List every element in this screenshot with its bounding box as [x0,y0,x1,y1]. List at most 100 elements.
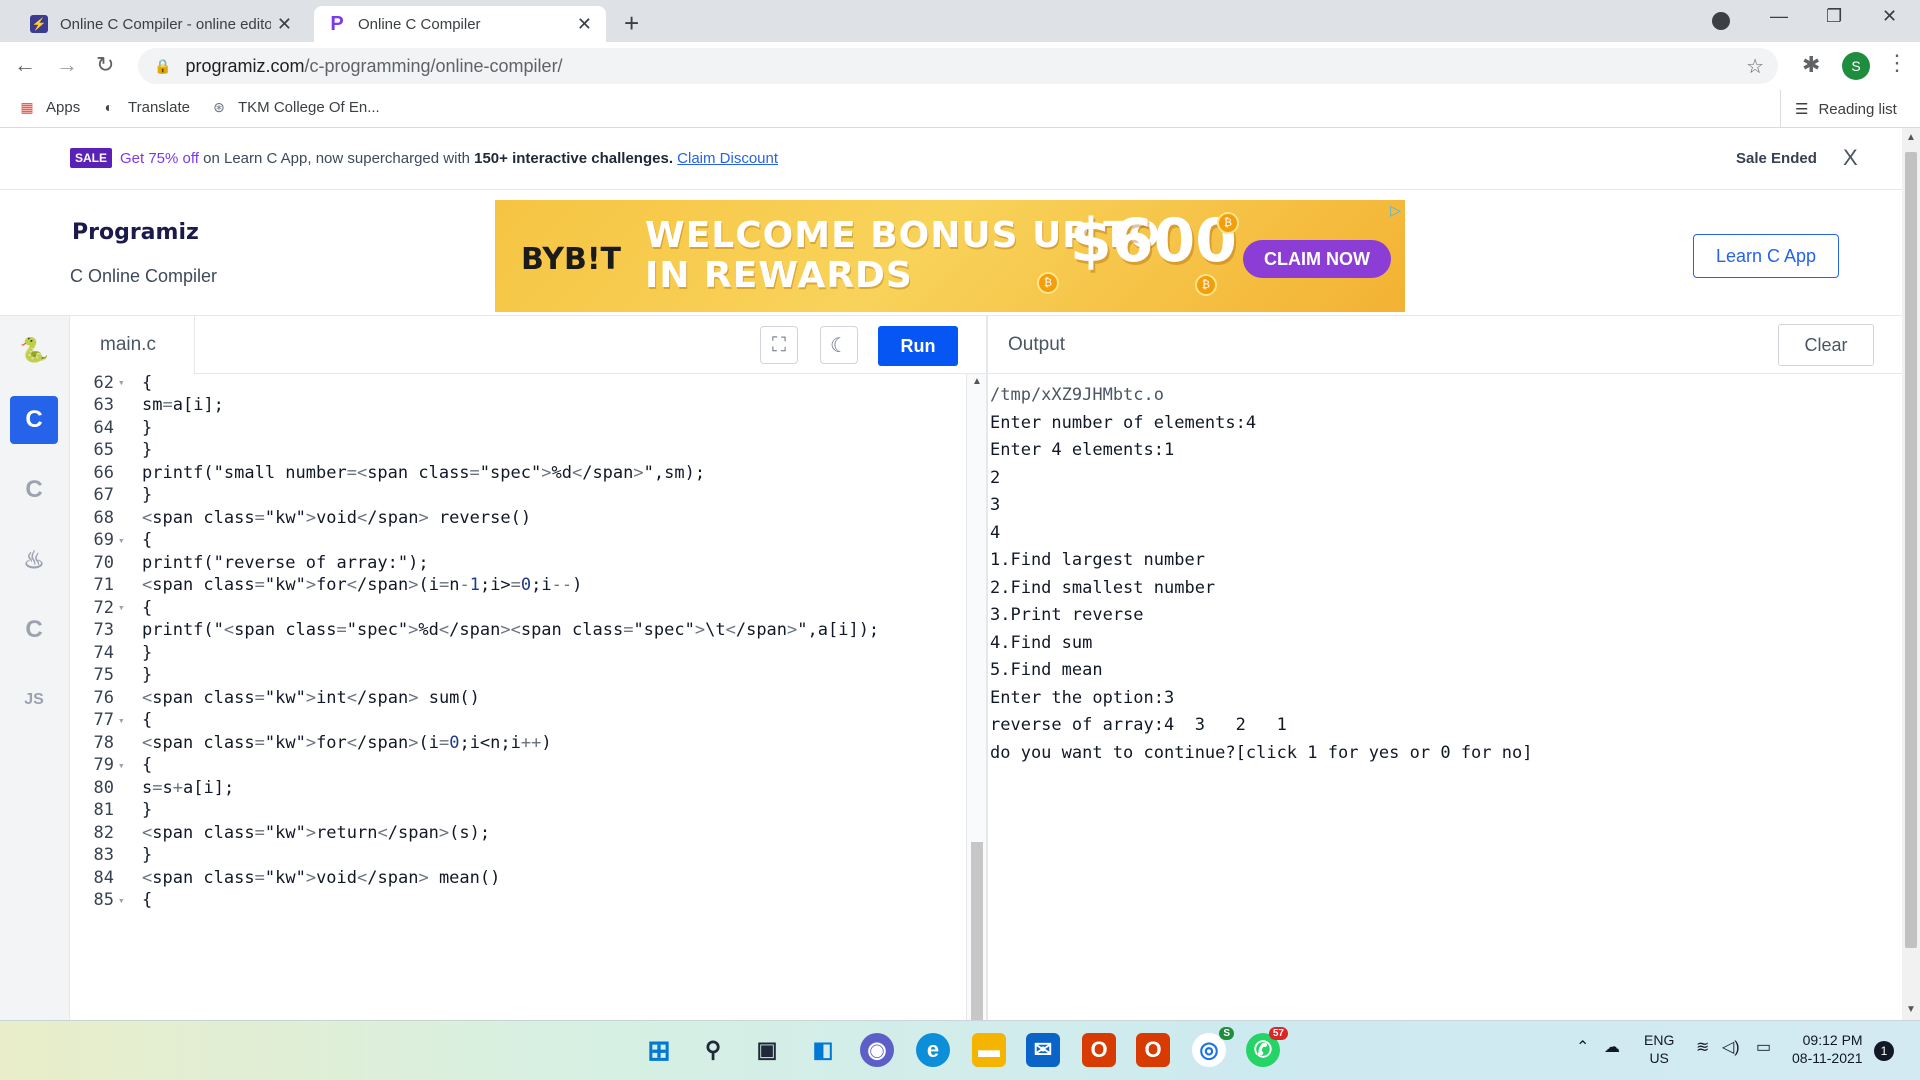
js-label: JS [24,691,44,708]
line-number: 81 [93,800,114,820]
wifi-icon[interactable]: ≋ [1696,1039,1709,1057]
ad-claim-button[interactable]: CLAIM NOW [1243,240,1391,278]
fold-chevron-icon[interactable]: ▾ [118,894,132,907]
line-number: 82 [93,822,114,843]
code-text: <span class="kw">for</span>(i=0;i<n;i++) [142,732,552,753]
reading-list[interactable]: ☰ Reading list [1780,90,1897,128]
search-icon[interactable]: ⚲ [696,1033,730,1067]
dark-mode-icon[interactable]: ☾ [820,326,858,364]
output-console[interactable]: /tmp/xXZ9JHMbtc.o Enter number of element… [988,374,1902,1020]
college-icon: ⊛ [213,98,225,115]
extensions-icon[interactable]: ✱ [1802,52,1820,78]
python-icon[interactable]: 🐍 [10,326,58,374]
forward-icon[interactable]: → [56,52,78,78]
scroll-up-icon[interactable]: ▲ [1906,132,1916,143]
notification-center[interactable]: 1 [1874,1041,1894,1061]
whatsapp-icon[interactable]: ✆ 57 [1246,1027,1288,1067]
clock-date: 08-11-2021 [1792,1050,1863,1066]
promo-close-button[interactable]: X [1843,145,1858,171]
windows-start-icon[interactable]: ⊞ [642,1033,676,1067]
file-explorer-icon[interactable]: ▬ [972,1033,1006,1067]
page-scrollbar[interactable]: ▲ ▼ [1902,128,1920,1020]
mail-icon[interactable]: ✉ [1026,1033,1060,1067]
javascript-icon[interactable]: JS [10,676,58,724]
code-text: <span class="kw">int</span> sum() [142,687,480,708]
promo-banner: SALE Get 75% off on Learn C App, now sup… [0,128,1902,190]
reload-icon[interactable]: ↻ [96,52,114,78]
fold-chevron-icon[interactable]: ▾ [118,376,132,389]
office-icon[interactable]: O [1136,1033,1170,1067]
notification-count: 1 [1880,1044,1888,1058]
line-number: 62 [93,374,114,393]
chat-icon[interactable]: ◉ [860,1033,894,1067]
logo-text: Programiz [72,220,199,245]
language-sidebar: 🐍 C C ♨ C JS [0,316,70,1020]
onedrive-icon[interactable]: ☁ [1604,1039,1620,1057]
ad-amount: $600 [1070,206,1237,276]
widgets-icon[interactable]: ◧ [806,1033,840,1067]
code-text: <span class="kw">for</span>(i=n-1;i>=0;i… [142,575,583,595]
close-tab-icon[interactable]: ✕ [577,14,592,35]
profile-avatar[interactable]: S [1842,52,1870,80]
c-language-icon[interactable]: C [10,396,58,444]
show-hidden-icons[interactable]: ⌃ [1576,1039,1589,1057]
bookmark-apps[interactable]: ▦ Apps [18,98,80,116]
run-button[interactable]: Run [878,326,958,366]
tab-search-icon[interactable] [1712,12,1730,30]
edge-icon[interactable]: e [916,1033,950,1067]
output-line: 4.Find sum [990,632,1093,653]
clock[interactable]: 09:12 PM 08-11-2021 [1792,1031,1863,1067]
page-scroll-thumb[interactable] [1905,152,1917,948]
java-icon[interactable]: ♨ [10,536,58,584]
code-text: <span class="kw">void</span> reverse() [142,507,532,528]
code-text: } [142,440,153,460]
office-icon[interactable]: O [1082,1033,1116,1067]
back-icon[interactable]: ← [14,52,36,78]
claim-discount-link[interactable]: Claim Discount [677,150,778,167]
fold-chevron-icon[interactable]: ▾ [118,714,132,727]
code-text: } [142,845,153,865]
chrome-icon[interactable]: ◎ S [1192,1027,1234,1067]
window-close-icon[interactable]: ✕ [1882,6,1897,27]
bookmark-tkm[interactable]: ⊛ TKM College Of En... [210,98,380,116]
output-line: Enter the option:3 [990,687,1175,708]
code-line[interactable]: 85 ▾ { [70,887,966,914]
clear-button[interactable]: Clear [1778,324,1874,366]
fold-chevron-icon[interactable]: ▾ [118,534,132,547]
fullscreen-icon[interactable]: ⛶ [760,326,798,364]
editor-scroll-thumb[interactable] [971,842,983,1020]
address-bar-row: ← → ↻ 🔒 programiz.com/c-programming/onli… [0,42,1920,90]
url-input[interactable]: 🔒 programiz.com/c-programming/online-com… [138,48,1778,84]
adchoices-icon[interactable]: ▷ [1390,202,1401,219]
programiz-logo[interactable]: Programiz [72,220,199,245]
csharp-icon[interactable]: C [10,606,58,654]
output-header: Output Clear [988,316,1902,374]
bookmark-translate[interactable]: ◐ Translate [100,98,190,116]
close-tab-icon[interactable]: ✕ [277,14,292,35]
battery-icon[interactable]: ▭ [1756,1039,1771,1057]
minimize-icon[interactable]: — [1770,6,1788,27]
bookmark-star-icon[interactable]: ☆ [1746,54,1764,79]
cpp-icon[interactable]: C [10,466,58,514]
browser-tab[interactable]: ⚡ Online C Compiler - online editor ✕ [16,6,306,42]
fold-chevron-icon[interactable]: ▾ [118,601,132,614]
language-indicator[interactable]: ENG US [1644,1031,1674,1067]
task-view-icon[interactable]: ▣ [750,1033,784,1067]
fold-chevron-icon[interactable]: ▾ [118,759,132,772]
code-editor[interactable]: 62 ▾ {63 sm=a[i]; 64} 65} 66 printf("small numb… [70,374,966,1020]
browser-menu-icon[interactable]: ⋮ [1886,50,1908,76]
restore-icon[interactable]: ❐ [1826,6,1842,27]
line-number: 64 [93,417,114,438]
file-tab-main[interactable]: main.c [70,316,195,374]
output-line: /tmp/xXZ9JHMbtc.o [990,385,1164,405]
coin-icon: ₿ [1195,274,1217,296]
editor-scrollbar[interactable]: ▲ [966,374,986,1020]
new-tab-icon[interactable]: + [624,8,639,39]
advertisement-banner[interactable]: BYB!T WELCOME BONUS UP TO IN REWARDS $60… [495,200,1405,312]
volume-icon[interactable]: ◁) [1722,1039,1740,1057]
scroll-down-icon[interactable]: ▼ [1906,1004,1916,1015]
sale-status: Sale Ended [1736,150,1817,167]
browser-tab-active[interactable]: P Online C Compiler ✕ [314,6,606,42]
learn-c-app-button[interactable]: Learn C App [1693,234,1839,278]
scroll-up-icon[interactable]: ▲ [972,376,982,387]
